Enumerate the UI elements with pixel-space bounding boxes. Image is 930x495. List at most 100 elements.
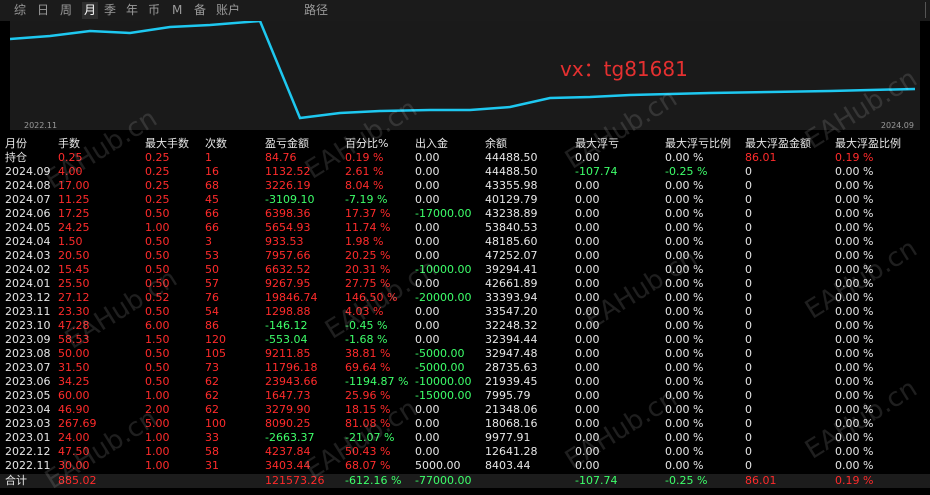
- table-row[interactable]: 2023.03 267.69 5.00 100 8090.25 81.08 % 0.00 18…: [0, 417, 930, 431]
- row-14-cell-9: 0.00 %: [665, 347, 704, 360]
- row-16-cell-0: 2023.06: [5, 375, 51, 388]
- row-0-cell-7: 44488.50: [485, 151, 538, 164]
- row-15-cell-0: 2023.07: [5, 361, 51, 374]
- row-9-cell-0: 2024.01: [5, 277, 51, 290]
- row-13-cell-7: 32394.44: [485, 333, 538, 346]
- row-19-cell-8: 0.00: [575, 417, 600, 430]
- row-5-cell-3: 66: [205, 221, 219, 234]
- row-7-cell-9: 0.00 %: [665, 249, 704, 262]
- tab-8[interactable]: 备: [194, 2, 206, 19]
- table-row[interactable]: 2024.04 1.50 0.50 3 933.53 1.98 % 0.00 48185.60…: [0, 235, 930, 249]
- row-12-cell-5: -0.45 %: [345, 319, 388, 332]
- row-17-cell-4: 1647.73: [265, 389, 311, 402]
- total-cell-10: 86.01: [745, 474, 777, 487]
- table-row[interactable]: 2023.12 27.12 0.52 76 19846.74 146.50 % -20000…: [0, 291, 930, 305]
- table-row[interactable]: 2024.09 4.00 0.25 16 1132.52 2.61 % 0.00 44488.…: [0, 165, 930, 179]
- header-cell-9: 最大浮亏比例: [665, 137, 731, 150]
- tab-0[interactable]: 综: [14, 2, 26, 19]
- row-21-cell-4: 4237.84: [265, 445, 311, 458]
- row-2-cell-5: 8.04 %: [345, 179, 384, 192]
- row-1-cell-0: 2024.09: [5, 165, 51, 178]
- row-12-cell-10: 0: [745, 319, 752, 332]
- row-3-cell-4: -3109.10: [265, 193, 315, 206]
- row-10-cell-6: -20000.00: [415, 291, 472, 304]
- tab-4[interactable]: 季: [104, 2, 116, 19]
- table-row[interactable]: 2023.09 58.53 1.50 120 -553.04 -1.68 % 0.00 323…: [0, 333, 930, 347]
- row-5-cell-0: 2024.05: [5, 221, 51, 234]
- row-10-cell-0: 2023.12: [5, 291, 51, 304]
- table-row[interactable]: 2023.08 50.00 0.50 105 9211.85 38.81 % -5000.0…: [0, 347, 930, 361]
- row-20-cell-3: 33: [205, 431, 219, 444]
- row-10-cell-8: 0.00: [575, 291, 600, 304]
- row-9-cell-1: 25.50: [58, 277, 90, 290]
- row-13-cell-2: 1.50: [145, 333, 170, 346]
- row-10-cell-4: 19846.74: [265, 291, 318, 304]
- row-18-cell-0: 2023.04: [5, 403, 51, 416]
- row-13-cell-6: 0.00: [415, 333, 440, 346]
- row-16-cell-9: 0.00 %: [665, 375, 704, 388]
- table-row[interactable]: 2024.06 17.25 0.50 66 6398.36 17.37 % -17000.0…: [0, 207, 930, 221]
- row-16-cell-10: 0: [745, 375, 752, 388]
- row-16-cell-8: 0.00: [575, 375, 600, 388]
- table-row[interactable]: 2024.08 17.00 0.25 68 3226.19 8.04 % 0.00 43355…: [0, 179, 930, 193]
- row-6-cell-2: 0.50: [145, 235, 170, 248]
- tab-9[interactable]: 账户: [216, 2, 240, 19]
- table-row[interactable]: 2023.01 24.00 1.00 33 -2663.37 -21.07 % 0.00 99…: [0, 431, 930, 445]
- tab-3[interactable]: 月: [82, 2, 99, 19]
- header-cell-2: 最大手数: [145, 137, 189, 150]
- chart-end-date-label: 2024.09: [881, 121, 914, 130]
- row-3-cell-10: 0: [745, 193, 752, 206]
- row-17-cell-5: 25.96 %: [345, 389, 391, 402]
- table-row[interactable]: 2023.06 34.25 0.50 62 23943.66 -1194.87 % -100…: [0, 375, 930, 389]
- table-row[interactable]: 2023.05 60.00 1.00 62 1647.73 25.96 % -15000.0…: [0, 389, 930, 403]
- table-row[interactable]: 2024.02 15.45 0.50 50 6632.52 20.31 % -10000.0…: [0, 263, 930, 277]
- row-6-cell-1: 1.50: [58, 235, 83, 248]
- row-10-cell-3: 76: [205, 291, 219, 304]
- row-8-cell-7: 39294.41: [485, 263, 538, 276]
- tab-6[interactable]: 币: [148, 2, 160, 19]
- table-row[interactable]: 2022.12 47.50 1.00 58 4237.84 50.43 % 0.00 1264…: [0, 445, 930, 459]
- table-row[interactable]: 2023.10 47.28 6.00 86 -146.12 -0.45 % 0.00 3224…: [0, 319, 930, 333]
- table-row[interactable]: 2024.01 25.50 0.50 57 9267.95 27.75 % 0.00 4266…: [0, 277, 930, 291]
- row-7-cell-11: 0.00 %: [835, 249, 874, 262]
- row-22-cell-2: 1.00: [145, 459, 170, 472]
- row-9-cell-10: 0: [745, 277, 752, 290]
- row-22-cell-5: 68.07 %: [345, 459, 391, 472]
- table-row[interactable]: 持仓 0.25 0.25 1 84.76 0.19 % 0.00 44488.50 0.00 0.…: [0, 151, 930, 165]
- tab-5[interactable]: 年: [126, 2, 138, 19]
- tab-10[interactable]: 路径: [304, 2, 328, 19]
- table-row[interactable]: 2023.11 23.30 0.50 54 1298.88 4.03 % 0.00 33547…: [0, 305, 930, 319]
- row-8-cell-1: 15.45: [58, 263, 90, 276]
- table-row[interactable]: 2024.05 24.25 1.00 66 5654.93 11.74 % 0.00 5384…: [0, 221, 930, 235]
- row-12-cell-6: 0.00: [415, 319, 440, 332]
- row-13-cell-10: 0: [745, 333, 752, 346]
- row-8-cell-5: 20.31 %: [345, 263, 391, 276]
- row-12-cell-0: 2023.10: [5, 319, 51, 332]
- table-row[interactable]: 2023.04 46.90 2.00 62 3279.90 18.15 % 0.00 2134…: [0, 403, 930, 417]
- row-22-cell-4: 3403.44: [265, 459, 311, 472]
- row-18-cell-4: 3279.90: [265, 403, 311, 416]
- row-4-cell-0: 2024.06: [5, 207, 51, 220]
- row-20-cell-1: 24.00: [58, 431, 90, 444]
- row-15-cell-8: 0.00: [575, 361, 600, 374]
- tab-7[interactable]: M: [172, 2, 182, 19]
- row-9-cell-8: 0.00: [575, 277, 600, 290]
- row-21-cell-3: 58: [205, 445, 219, 458]
- row-10-cell-2: 0.52: [145, 291, 170, 304]
- row-5-cell-4: 5654.93: [265, 221, 311, 234]
- row-10-cell-1: 27.12: [58, 291, 90, 304]
- table-row[interactable]: 2024.03 20.50 0.50 53 7957.66 20.25 % 0.00 4725…: [0, 249, 930, 263]
- row-22-cell-6: 5000.00: [415, 459, 461, 472]
- table-row[interactable]: 2024.07 11.25 0.25 45 -3109.10 -7.19 % 0.00 401…: [0, 193, 930, 207]
- table-row[interactable]: 2022.11 30.00 1.00 31 3403.44 68.07 % 5000.00 8…: [0, 459, 930, 473]
- row-2-cell-10: 0: [745, 179, 752, 192]
- row-6-cell-3: 3: [205, 235, 212, 248]
- tab-1[interactable]: 日: [37, 2, 49, 19]
- tab-2[interactable]: 周: [60, 2, 72, 19]
- table-row[interactable]: 2023.07 31.50 0.50 73 11796.18 69.64 % -5000.0…: [0, 361, 930, 375]
- row-11-cell-8: 0.00: [575, 305, 600, 318]
- row-17-cell-7: 7995.79: [485, 389, 531, 402]
- row-20-cell-5: -21.07 %: [345, 431, 395, 444]
- row-1-cell-7: 44488.50: [485, 165, 538, 178]
- row-6-cell-7: 48185.60: [485, 235, 538, 248]
